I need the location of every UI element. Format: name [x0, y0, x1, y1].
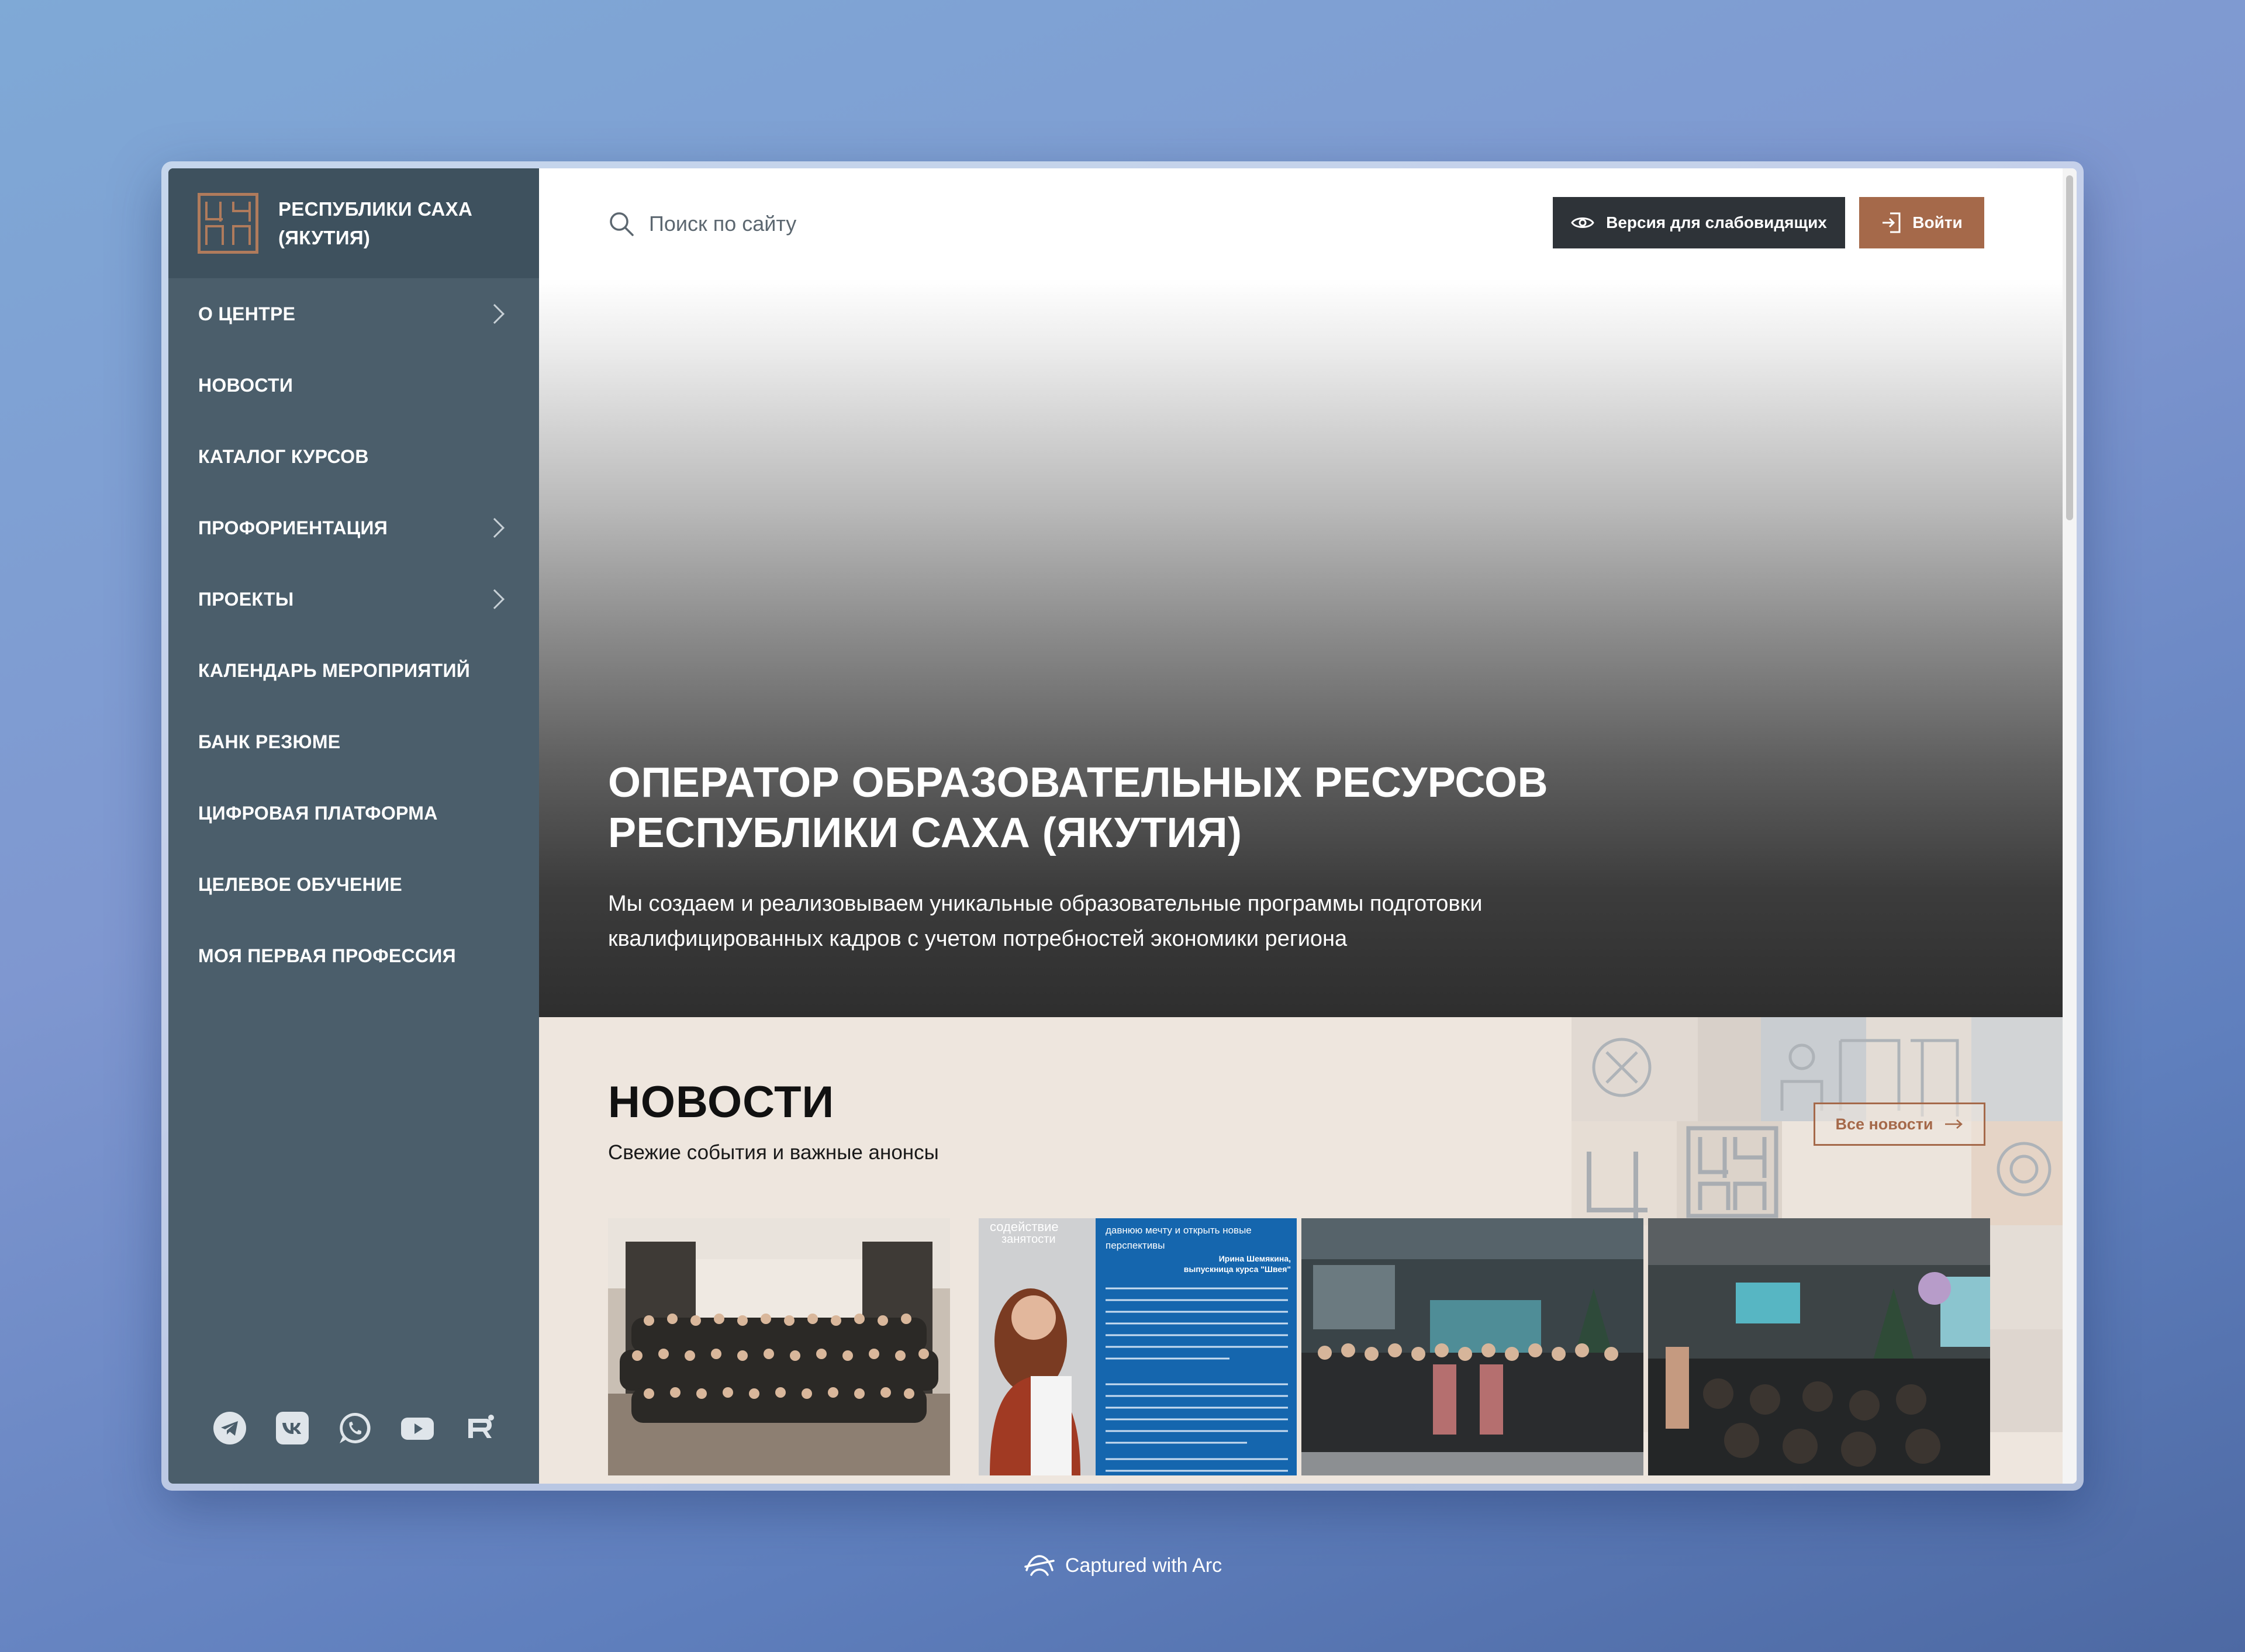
login-button[interactable]: Войти	[1859, 197, 1984, 248]
sidebar-item-news[interactable]: НОВОСТИ	[168, 350, 539, 421]
sidebar-nav: О ЦЕНТРЕ НОВОСТИ КАТАЛОГ КУРСОВ ПРОФОРИЕ…	[168, 278, 539, 991]
sidebar-item-label: ЦИФРОВАЯ ПЛАТФОРМА	[198, 802, 438, 824]
chevron-right-icon	[485, 304, 505, 324]
sidebar-item-label: ЦЕЛЕВОЕ ОБУЧЕНИЕ	[198, 873, 403, 895]
card-author-line2: выпускница курса "Швея"	[1184, 1264, 1291, 1274]
news-photo	[608, 1218, 950, 1475]
sidebar-item-label: КАТАЛОГ КУРСОВ	[198, 445, 369, 467]
search-input[interactable]: Поиск по сайту	[608, 210, 796, 237]
whatsapp-icon[interactable]	[337, 1411, 372, 1446]
news-cards: содействие занятости давнюю мечту и откр…	[608, 1218, 1990, 1475]
sidebar-item-label: КАЛЕНДАРЬ МЕРОПРИЯТИЙ	[198, 659, 471, 681]
sidebar-item-resume-bank[interactable]: БАНК РЕЗЮМЕ	[168, 706, 539, 777]
sidebar-item-label: БАНК РЕЗЮМЕ	[198, 731, 341, 752]
sidebar-item-catalog[interactable]: КАТАЛОГ КУРСОВ	[168, 421, 539, 492]
top-bar: Поиск по сайту Версия для слабовидящих В…	[539, 168, 2077, 279]
news-section: НОВОСТИ Свежие события и важные анонсы В…	[539, 1017, 2077, 1484]
sidebar-item-first-profession[interactable]: МОЯ ПЕРВАЯ ПРОФЕССИЯ	[168, 920, 539, 991]
eye-icon	[1571, 217, 1594, 228]
card-quote-line2: перспективы	[1106, 1240, 1165, 1251]
capture-caption-text: Captured with Arc	[1065, 1554, 1222, 1577]
news-card-4[interactable]	[1648, 1218, 1990, 1475]
logo-icon	[198, 193, 258, 254]
all-news-label: Все новости	[1835, 1115, 1933, 1133]
arc-logo-icon	[1024, 1555, 1055, 1576]
vk-icon[interactable]	[275, 1411, 310, 1446]
sidebar-item-projects[interactable]: ПРОЕКТЫ	[168, 564, 539, 635]
sidebar-item-calendar[interactable]: КАЛЕНДАРЬ МЕРОПРИЯТИЙ	[168, 635, 539, 706]
brand-name-line2: (ЯКУТИЯ)	[278, 227, 371, 248]
sidebar-item-label: МОЯ ПЕРВАЯ ПРОФЕССИЯ	[198, 945, 456, 966]
sidebar-item-label: ПРОЕКТЫ	[198, 588, 294, 610]
hero-subtitle-line2: квалифицированных кадров с учетом потреб…	[608, 927, 1348, 951]
scrollbar[interactable]	[2063, 168, 2077, 1484]
news-photo: содействие занятости давнюю мечту и откр…	[955, 1218, 1297, 1475]
hero-subtitle-line1: Мы создаем и реализовываем уникальные об…	[608, 891, 1483, 916]
sidebar-item-digital-platform[interactable]: ЦИФРОВАЯ ПЛАТФОРМА	[168, 777, 539, 849]
all-news-button[interactable]: Все новости	[1814, 1103, 1985, 1146]
news-photo	[1648, 1218, 1990, 1475]
brand-name-line1: РЕСПУБЛИКИ САХА	[278, 198, 473, 220]
login-label: Войти	[1912, 213, 1963, 231]
arrow-right-icon	[1944, 1119, 1963, 1129]
sidebar-item-about[interactable]: О ЦЕНТРЕ	[168, 278, 539, 350]
login-icon	[1883, 212, 1901, 233]
low-vision-label: Версия для слабовидящих	[1606, 213, 1827, 231]
sidebar-item-label: О ЦЕНТРЕ	[198, 303, 296, 324]
telegram-icon[interactable]	[212, 1411, 247, 1446]
hero-title: ОПЕРАТОР ОБРАЗОВАТЕЛЬНЫХ РЕСУРСОВ РЕСПУБ…	[608, 758, 1602, 858]
brand-name: РЕСПУБЛИКИ САХА (ЯКУТИЯ)	[278, 195, 472, 253]
search-icon	[610, 212, 634, 236]
hero-title-line1: ОПЕРАТОР ОБРАЗОВАТЕЛЬНЫХ РЕСУРСОВ	[608, 759, 1549, 806]
news-title: НОВОСТИ	[608, 1077, 835, 1127]
news-card-3[interactable]	[1301, 1218, 1643, 1475]
hero-banner: ОПЕРАТОР ОБРАЗОВАТЕЛЬНЫХ РЕСУРСОВ РЕСПУБ…	[539, 168, 2077, 1017]
news-subtitle: Свежие события и важные анонсы	[608, 1141, 939, 1164]
rutube-icon[interactable]	[462, 1411, 498, 1446]
search-placeholder: Поиск по сайту	[649, 212, 797, 236]
social-links	[168, 1411, 539, 1446]
main-content: ОПЕРАТОР ОБРАЗОВАТЕЛЬНЫХ РЕСУРСОВ РЕСПУБ…	[539, 168, 2077, 1484]
chevron-right-icon	[485, 589, 505, 609]
sidebar-item-career-guidance[interactable]: ПРОФОРИЕНТАЦИЯ	[168, 492, 539, 564]
hero-subtitle: Мы создаем и реализовываем уникальные об…	[608, 886, 1660, 956]
chevron-right-icon	[485, 518, 505, 538]
sidebar-item-label: ПРОФОРИЕНТАЦИЯ	[198, 517, 388, 538]
card-quote-line1: давнюю мечту и открыть новые	[1106, 1225, 1252, 1236]
news-card-2[interactable]: содействие занятости давнюю мечту и откр…	[955, 1218, 1297, 1475]
news-photo	[1301, 1218, 1643, 1475]
sidebar-item-targeted-training[interactable]: ЦЕЛЕВОЕ ОБУЧЕНИЕ	[168, 849, 539, 920]
card-author-line1: Ирина Шемякина,	[1219, 1254, 1291, 1263]
brand-header[interactable]: РЕСПУБЛИКИ САХА (ЯКУТИЯ)	[168, 168, 539, 278]
capture-caption: Captured with Arc	[0, 1553, 2245, 1578]
low-vision-button[interactable]: Версия для слабовидящих	[1553, 197, 1845, 248]
card-badge-line2: занятости	[1001, 1233, 1056, 1246]
news-card-1[interactable]	[608, 1218, 950, 1475]
sidebar: РЕСПУБЛИКИ САХА (ЯКУТИЯ) О ЦЕНТРЕ НОВОСТ…	[168, 168, 539, 1484]
hero-title-line2: РЕСПУБЛИКИ САХА (ЯКУТИЯ)	[608, 810, 1242, 856]
card-badge-line1: содействие	[990, 1219, 1059, 1234]
website: РЕСПУБЛИКИ САХА (ЯКУТИЯ) О ЦЕНТРЕ НОВОСТ…	[168, 168, 2077, 1484]
sidebar-item-label: НОВОСТИ	[198, 374, 293, 396]
youtube-icon[interactable]	[400, 1411, 435, 1446]
browser-window: РЕСПУБЛИКИ САХА (ЯКУТИЯ) О ЦЕНТРЕ НОВОСТ…	[161, 161, 2084, 1491]
scrollbar-thumb[interactable]	[2066, 175, 2073, 520]
